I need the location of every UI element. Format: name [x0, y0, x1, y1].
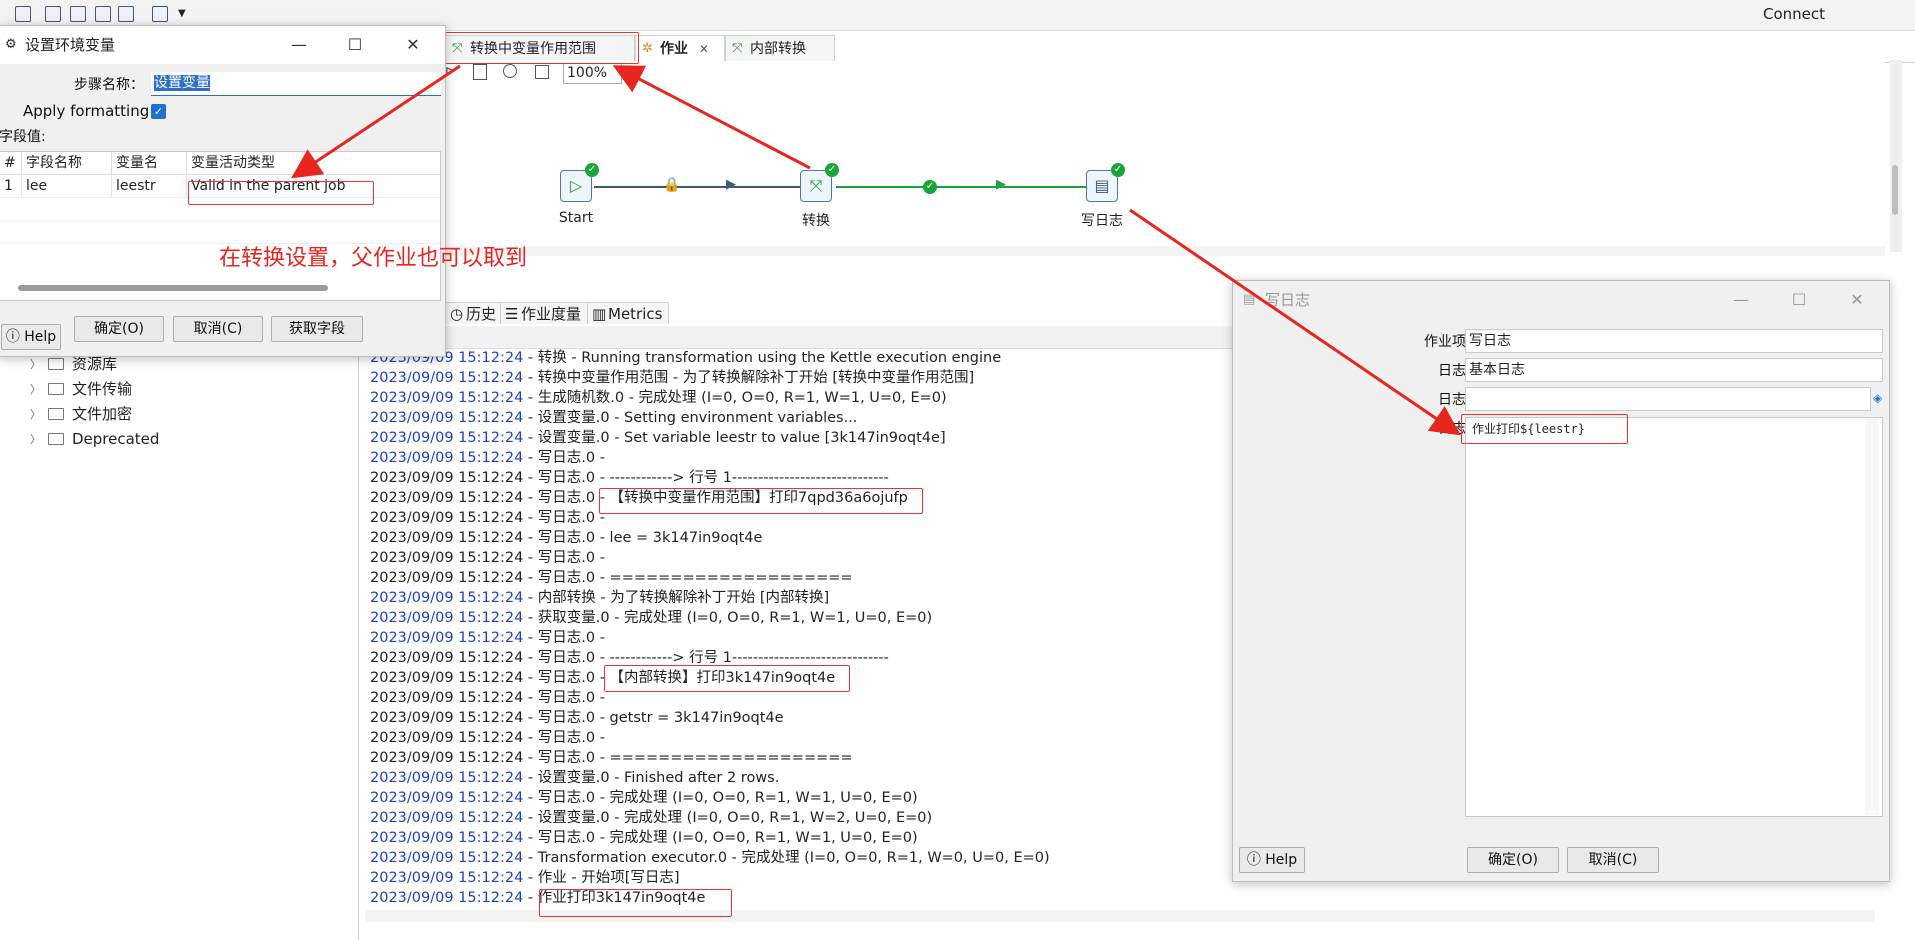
arrow-to-tab	[612, 65, 811, 170]
arrow-to-log-message	[1129, 208, 1461, 436]
arrow-to-variable-scope	[291, 64, 461, 179]
annotation-arrows	[291, 64, 1461, 436]
